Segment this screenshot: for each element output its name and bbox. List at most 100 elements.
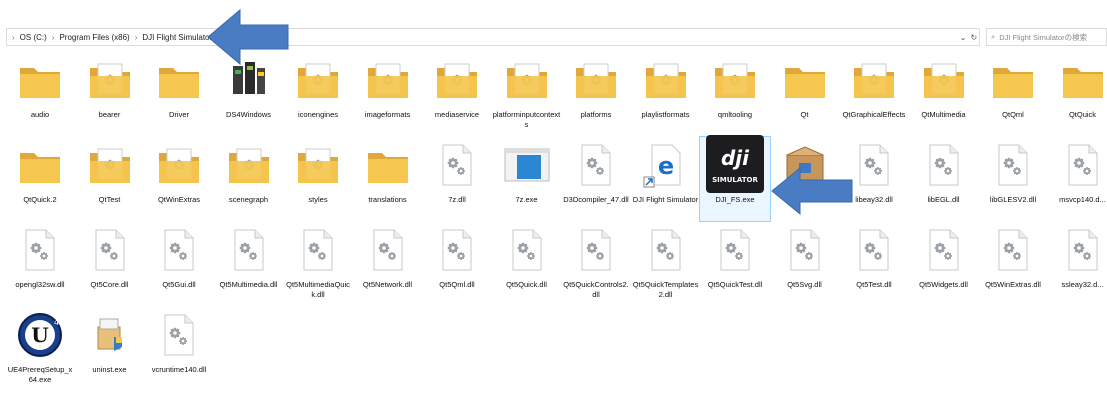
file-label: Qt5Svg.dll (787, 280, 822, 289)
dll-gear-icon (572, 226, 620, 274)
file-item[interactable]: Qt5QuickTemplates2.dll (631, 222, 701, 306)
file-item[interactable]: playlistformats (631, 52, 701, 136)
dll-gear-icon (155, 311, 203, 359)
file-item[interactable]: Qt5WinExtras.dll (978, 222, 1048, 306)
file-item[interactable]: Qt5Gui.dll (144, 222, 214, 306)
file-label: Qt5QuickControls2.dll (563, 280, 629, 299)
file-label: styles (308, 195, 328, 204)
folder-icon (503, 56, 551, 104)
svg-text:U: U (31, 323, 48, 347)
file-label: D3Dcompiler_47.dll (563, 195, 629, 204)
file-item[interactable]: uninst.exe (75, 307, 145, 391)
file-item[interactable]: Qt5MultimediaQuick.dll (283, 222, 353, 306)
file-label: opengl32sw.dll (15, 280, 65, 289)
file-item[interactable]: bearer (75, 52, 145, 136)
file-item[interactable]: QtQuick.2 (5, 137, 75, 221)
file-item[interactable]: Driver (144, 52, 214, 136)
file-item[interactable]: Qt5QuickControls2.dll (561, 222, 631, 306)
folder-icon (294, 141, 342, 189)
folder-icon (155, 141, 203, 189)
file-item[interactable]: e DJI Flight Simulator (631, 137, 701, 221)
file-item[interactable]: U 4 UE4PrereqSetup_x64.exe (5, 307, 75, 391)
dll-gear-icon (850, 141, 898, 189)
file-item[interactable]: 7z.dll (422, 137, 492, 221)
file-item[interactable]: Qt5Multimedia.dll (214, 222, 284, 306)
file-item[interactable]: audio (5, 52, 75, 136)
file-label: Qt5QuickTest.dll (707, 280, 763, 289)
file-label: playlistformats (641, 110, 690, 119)
file-item[interactable]: Qt5Network.dll (353, 222, 423, 306)
file-label: QtGraphicalEffects (842, 110, 906, 119)
file-label: Qt5Core.dll (90, 280, 129, 289)
file-label: QtQuick.2 (23, 195, 57, 204)
dll-gear-icon (989, 226, 1037, 274)
file-item[interactable]: mediaservice (422, 52, 492, 136)
file-item[interactable]: dji SIMULATOR DJI_FS.exe (699, 135, 771, 222)
file-item[interactable]: QtGraphicalEffects (839, 52, 909, 136)
dll-gear-icon (1059, 226, 1107, 274)
folder-icon (155, 56, 203, 104)
dji-simulator-icon: dji SIMULATOR (706, 135, 764, 193)
file-item[interactable]: QtMultimedia (909, 52, 979, 136)
file-item[interactable]: Qt5Quick.dll (492, 222, 562, 306)
file-label: Qt5MultimediaQuick.dll (286, 280, 350, 299)
file-item[interactable]: translations (353, 137, 423, 221)
file-label: QtQuick (1068, 110, 1097, 119)
unreal-engine-icon: U4 (16, 311, 64, 359)
file-item[interactable]: Qt5QuickTest.dll (700, 222, 770, 306)
file-item[interactable]: platforms (561, 52, 631, 136)
file-item[interactable]: QtTest (75, 137, 145, 221)
file-item[interactable]: QtWinExtras (144, 137, 214, 221)
folder-icon (364, 56, 412, 104)
blue-arrow-left-address-icon (207, 8, 289, 66)
file-label: vcruntime140.dll (151, 365, 207, 374)
file-label: libEGL.dll (927, 195, 960, 204)
file-label: Qt5QuickTemplates2.dll (632, 280, 699, 299)
dll-gear-icon (433, 141, 481, 189)
file-item[interactable]: libEGL.dll (909, 137, 979, 221)
file-item[interactable]: QtQml (978, 52, 1048, 136)
edge-shortcut-icon: e (642, 141, 690, 189)
file-label: mediaservice (434, 110, 480, 119)
file-item[interactable]: iconengines (283, 52, 353, 136)
file-label: qmltooling (717, 110, 753, 119)
file-item[interactable]: Qt5Test.dll (839, 222, 909, 306)
file-item[interactable]: ssleay32.d... (1048, 222, 1107, 306)
file-item[interactable]: Qt5Core.dll (75, 222, 145, 306)
file-item[interactable]: D3Dcompiler_47.dll (561, 137, 631, 221)
dll-gear-icon (850, 226, 898, 274)
folder-icon (711, 56, 759, 104)
file-label: platforminputcontexts (492, 110, 561, 129)
folder-icon (225, 141, 273, 189)
file-label: UE4PrereqSetup_x64.exe (7, 365, 73, 384)
file-item[interactable]: opengl32sw.dll (5, 222, 75, 306)
file-label: QtQml (1002, 110, 1024, 119)
svg-text:e: e (657, 152, 673, 180)
file-item[interactable]: vcruntime140.dll (144, 307, 214, 391)
file-item[interactable]: imageformats (353, 52, 423, 136)
file-item[interactable]: platforminputcontexts (492, 52, 562, 136)
file-item[interactable]: 7z.exe (492, 137, 562, 221)
file-label: 7z.exe (515, 195, 538, 204)
file-item[interactable]: libGLESV2.dll (978, 137, 1048, 221)
file-item[interactable]: Qt (770, 52, 840, 136)
folder-icon (850, 56, 898, 104)
dll-gear-icon (920, 141, 968, 189)
file-item[interactable]: scenegraph (214, 137, 284, 221)
file-label: DJI_FS.exe (715, 195, 755, 204)
file-label: libGLESV2.dll (989, 195, 1037, 204)
dll-gear-icon (294, 226, 342, 274)
dll-gear-icon (16, 226, 64, 274)
svg-text:SIMULATOR: SIMULATOR (712, 176, 758, 184)
svg-text:dji: dji (721, 146, 750, 170)
file-item[interactable]: Qt5Qml.dll (422, 222, 492, 306)
dll-gear-icon (225, 226, 273, 274)
file-item[interactable]: QtQuick (1048, 52, 1107, 136)
folder-icon (989, 56, 1037, 104)
file-item[interactable]: Qt5Widgets.dll (909, 222, 979, 306)
file-item[interactable]: styles (283, 137, 353, 221)
file-item[interactable]: msvcp140.d... (1048, 137, 1107, 221)
file-item[interactable]: qmltooling (700, 52, 770, 136)
file-label: Qt5Qml.dll (439, 280, 475, 289)
file-item[interactable]: Qt5Svg.dll (770, 222, 840, 306)
